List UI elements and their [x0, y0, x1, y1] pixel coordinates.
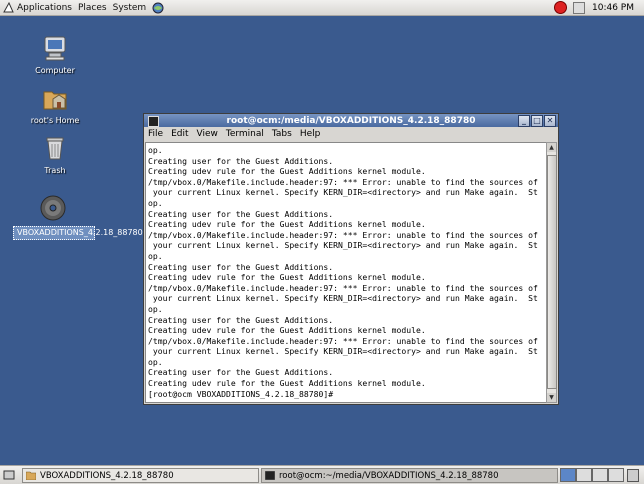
desktop-icon-computer[interactable]: Computer — [15, 34, 95, 75]
desktop-icon-label: VBOXADDITIONS_4.2.18_88780 — [13, 226, 143, 240]
menu-file[interactable]: File — [148, 129, 163, 139]
folder-icon — [26, 471, 36, 480]
web-browser-icon[interactable] — [152, 2, 164, 14]
maximize-icon[interactable]: □ — [531, 115, 543, 127]
trash-icon — [41, 134, 69, 162]
gnome-foot-icon — [3, 2, 14, 13]
workspace-4[interactable] — [608, 468, 624, 482]
workspace-2[interactable] — [576, 468, 592, 482]
terminal-scrollbar[interactable]: ▲ ▼ — [546, 142, 557, 403]
scroll-down-icon[interactable]: ▼ — [547, 393, 556, 402]
taskbar-item-terminal[interactable]: root@ocm:~/media/VBOXADDITIONS_4.2.18_88… — [261, 468, 558, 483]
desktop-icon-label: root's Home — [30, 116, 80, 125]
terminal-window[interactable]: root@ocm:/media/VBOXADDITIONS_4.2.18_887… — [143, 113, 559, 405]
menu-terminal[interactable]: Terminal — [226, 129, 264, 139]
volume-icon[interactable] — [573, 1, 585, 14]
computer-icon — [41, 34, 69, 62]
menu-tabs[interactable]: Tabs — [272, 129, 292, 139]
terminal-text: op. Creating user for the Guest Addition… — [148, 145, 538, 399]
clock[interactable]: 10:46 PM — [592, 3, 634, 13]
terminal-icon — [148, 116, 159, 127]
system-menu[interactable]: System — [110, 0, 150, 15]
places-menu[interactable]: Places — [75, 0, 110, 15]
terminal-icon — [265, 471, 275, 480]
desktop-icon-label: Computer — [35, 66, 75, 75]
workspace-3[interactable] — [592, 468, 608, 482]
top-panel: Applications Places System 10:46 PM — [0, 0, 644, 16]
menu-view[interactable]: View — [197, 129, 218, 139]
scroll-up-icon[interactable]: ▲ — [547, 143, 556, 152]
cdrom-icon — [39, 194, 67, 222]
taskbar-item-folder[interactable]: VBOXADDITIONS_4.2.18_88780 — [22, 468, 259, 483]
places-label: Places — [77, 2, 107, 13]
applications-label: Applications — [17, 2, 72, 13]
terminal-output[interactable]: op. Creating user for the Guest Addition… — [145, 142, 549, 403]
taskbar-item-label: root@ocm:~/media/VBOXADDITIONS_4.2.18_88… — [279, 470, 499, 481]
show-desktop-icon[interactable] — [3, 469, 15, 481]
close-icon[interactable]: ✕ — [544, 115, 556, 127]
applications-menu[interactable]: Applications — [0, 0, 75, 15]
minimize-icon[interactable]: _ — [518, 115, 530, 127]
home-folder-icon — [41, 84, 69, 112]
system-label: System — [112, 2, 147, 13]
bottom-panel: VBOXADDITIONS_4.2.18_88780 root@ocm:~/me… — [0, 465, 644, 484]
update-alert-icon[interactable] — [554, 1, 567, 14]
menu-edit[interactable]: Edit — [171, 129, 188, 139]
menu-help[interactable]: Help — [300, 129, 321, 139]
trash-applet-icon[interactable] — [627, 469, 639, 482]
window-titlebar[interactable]: root@ocm:/media/VBOXADDITIONS_4.2.18_887… — [144, 114, 558, 127]
desktop-icon-vbox-cd[interactable]: VBOXADDITIONS_4.2.18_88780 — [13, 194, 143, 240]
desktop-icon-label: Trash — [44, 166, 66, 175]
window-title: root@ocm:/media/VBOXADDITIONS_4.2.18_887… — [226, 115, 476, 126]
desktop-icon-trash[interactable]: Trash — [15, 134, 95, 175]
desktop-icon-home[interactable]: root's Home — [15, 84, 95, 125]
taskbar-item-label: VBOXADDITIONS_4.2.18_88780 — [40, 470, 174, 481]
terminal-menubar: File Edit View Terminal Tabs Help — [144, 127, 558, 141]
scroll-thumb[interactable] — [547, 155, 557, 389]
workspace-1[interactable] — [560, 468, 576, 482]
